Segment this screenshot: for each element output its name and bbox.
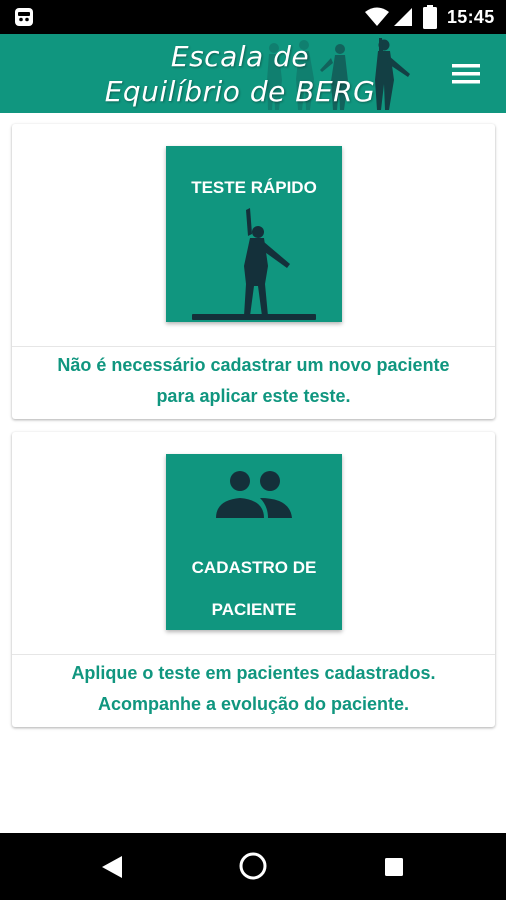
status-clock: 15:45 xyxy=(447,7,495,27)
patient-registry-card[interactable]: CADASTRO DE PACIENTE Aplique o teste em … xyxy=(12,432,495,727)
patient-registry-label-line1: CADASTRO DE xyxy=(191,558,317,577)
quick-test-label: TESTE RÁPIDO xyxy=(191,178,317,197)
battery-icon xyxy=(423,5,437,29)
menu-button[interactable] xyxy=(444,54,488,94)
card-divider xyxy=(12,654,495,655)
cellular-icon xyxy=(394,8,412,26)
status-bar: 15:45 xyxy=(0,0,506,34)
app-title: Escala de Equilíbrio de BERG xyxy=(70,39,410,109)
quick-test-description: Não é necessário cadastrar um novo pacie… xyxy=(12,350,495,412)
quick-test-button[interactable]: TESTE RÁPIDO xyxy=(166,146,342,322)
recents-icon[interactable] xyxy=(384,857,404,877)
wifi-icon xyxy=(365,7,389,26)
patient-registry-label-line2: PACIENTE xyxy=(211,600,297,619)
app-title-line1: Escala de xyxy=(170,40,310,73)
patient-registry-description-line2: Acompanhe a evolução do paciente. xyxy=(97,694,410,714)
patient-registry-button[interactable]: CADASTRO DE PACIENTE xyxy=(166,454,342,630)
quick-test-card[interactable]: TESTE RÁPIDO Não é necessário cadastrar … xyxy=(12,124,495,419)
card-divider xyxy=(12,346,495,347)
hamburger-menu-icon xyxy=(452,64,480,84)
notification-icon xyxy=(15,8,33,26)
home-icon[interactable] xyxy=(238,851,268,881)
people-icon xyxy=(216,471,292,518)
patient-registry-description: Aplique o teste em pacientes cadastrados… xyxy=(12,658,495,720)
quick-test-description-line1: Não é necessário cadastrar um novo pacie… xyxy=(57,355,450,375)
app-bar: Escala de Equilíbrio de BERG xyxy=(0,34,506,113)
back-icon[interactable] xyxy=(100,854,124,880)
system-nav-bar xyxy=(0,833,506,900)
app-title-line2: Equilíbrio de BERG xyxy=(104,75,376,108)
balance-figure-icon xyxy=(192,208,316,320)
quick-test-description-line2: para aplicar este teste. xyxy=(156,386,351,406)
patient-registry-description-line1: Aplique o teste em pacientes cadastrados… xyxy=(71,663,436,683)
